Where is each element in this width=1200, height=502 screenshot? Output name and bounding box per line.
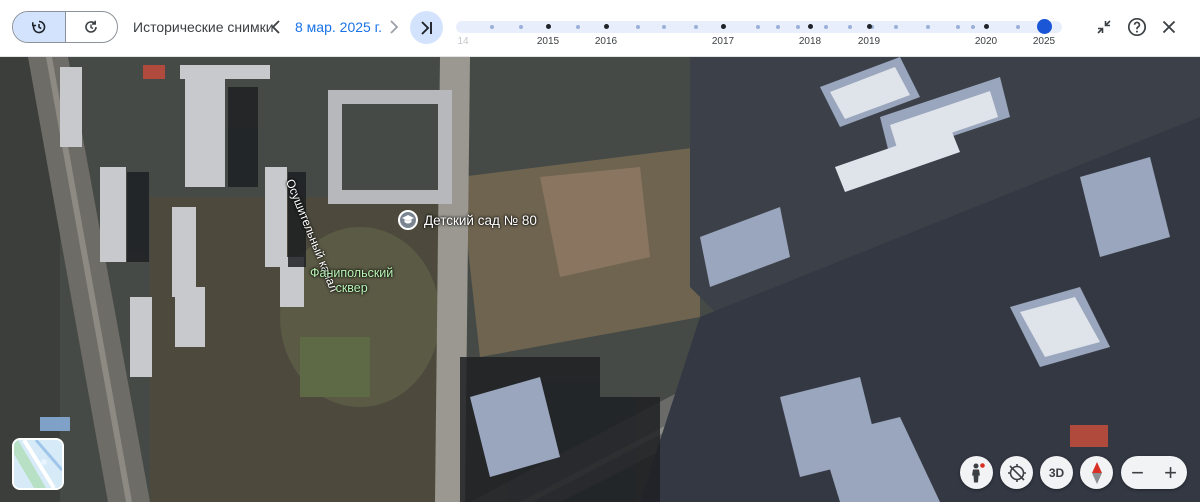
previous-date-button[interactable]	[267, 17, 285, 37]
timeline-tick[interactable]	[490, 25, 494, 29]
skip-to-latest-icon	[420, 20, 432, 35]
timeline-tick[interactable]	[824, 25, 828, 29]
historical-imagery-label: Исторические снимки	[133, 19, 274, 35]
timeline-year-tick[interactable]	[984, 24, 989, 29]
street-view-button[interactable]	[960, 456, 993, 489]
chevron-left-icon	[271, 20, 280, 34]
close-icon	[1162, 20, 1176, 34]
rotate-view-button[interactable]	[1000, 456, 1033, 489]
timeline-tick[interactable]	[519, 25, 523, 29]
timeline-slider[interactable]	[456, 19, 1062, 34]
compass-button[interactable]	[1080, 456, 1113, 489]
timeline-year-tick[interactable]	[808, 24, 813, 29]
timeline-tick[interactable]	[636, 25, 640, 29]
toggle-3d-button[interactable]: 3D	[1040, 456, 1073, 489]
history-mode-button[interactable]	[13, 12, 66, 42]
zoom-in-button[interactable]: +	[1154, 456, 1187, 489]
rotate-view-icon	[1007, 463, 1026, 482]
next-date-button[interactable]	[385, 17, 403, 37]
timeline-year-tick[interactable]	[546, 24, 551, 29]
satellite-imagery	[0, 57, 1200, 502]
park-label-line1: Фанипольский	[310, 266, 394, 280]
timeline-tick[interactable]	[662, 25, 666, 29]
refresh-icon	[85, 20, 98, 33]
timeline-tick[interactable]	[756, 25, 760, 29]
poi-label: Детский сад № 80	[424, 212, 537, 228]
selected-date[interactable]: 8 мар. 2025 г.	[295, 19, 382, 35]
timelapse-toolbar: Исторические снимки 8 мар. 2025 г. 14 201…	[0, 0, 1200, 57]
zoom-out-button[interactable]: −	[1121, 456, 1154, 489]
timeline-tick[interactable]	[694, 25, 698, 29]
timeline-year-tick[interactable]	[604, 24, 609, 29]
layers-thumbnail	[14, 440, 62, 488]
poi-marker[interactable]: Детский сад № 80	[398, 210, 537, 230]
timeline-tick[interactable]	[796, 25, 800, 29]
help-button[interactable]	[1127, 17, 1147, 37]
refresh-mode-button[interactable]	[66, 12, 118, 42]
park-label[interactable]: Фанипольский сквер	[310, 266, 393, 296]
timeline-year-label[interactable]: 2025	[1033, 36, 1055, 47]
timeline-year-label[interactable]: 2016	[595, 36, 617, 47]
timeline-selected-thumb[interactable]	[1037, 19, 1052, 34]
compass-icon	[1091, 461, 1102, 484]
timeline-year-tick[interactable]	[867, 24, 872, 29]
timeline-year-label[interactable]: 14	[457, 36, 468, 47]
timeline-year-label[interactable]: 2019	[858, 36, 880, 47]
layers-button[interactable]	[12, 438, 64, 490]
park-label-line2: сквер	[335, 281, 368, 295]
help-icon	[1127, 17, 1147, 37]
timeline-tick[interactable]	[926, 25, 930, 29]
timeline-tick[interactable]	[956, 25, 960, 29]
school-icon	[398, 210, 418, 230]
timeline-tick[interactable]	[894, 25, 898, 29]
timeline-tick[interactable]	[576, 25, 580, 29]
chevron-right-icon	[390, 20, 399, 34]
timeline-year-label[interactable]: 2017	[712, 36, 734, 47]
timeline-tick[interactable]	[1016, 25, 1020, 29]
timeline-year-label[interactable]: 2020	[975, 36, 997, 47]
timeline-year-label[interactable]: 2015	[537, 36, 559, 47]
zoom-control: − +	[1121, 456, 1187, 489]
pegman-icon	[971, 462, 985, 482]
history-icon	[31, 20, 46, 34]
close-button[interactable]	[1159, 17, 1179, 37]
mode-toggle	[12, 11, 118, 43]
timeline-year-label[interactable]: 2018	[799, 36, 821, 47]
latest-imagery-button[interactable]	[410, 11, 443, 44]
collapse-button[interactable]	[1094, 17, 1114, 37]
timeline-tick[interactable]	[776, 25, 780, 29]
collapse-icon	[1097, 20, 1111, 34]
timeline-tick[interactable]	[971, 25, 975, 29]
timeline-year-tick[interactable]	[721, 24, 726, 29]
satellite-map[interactable]: Осушительный канал Детский сад № 80 Фани…	[0, 57, 1200, 502]
timeline-tick[interactable]	[848, 25, 852, 29]
